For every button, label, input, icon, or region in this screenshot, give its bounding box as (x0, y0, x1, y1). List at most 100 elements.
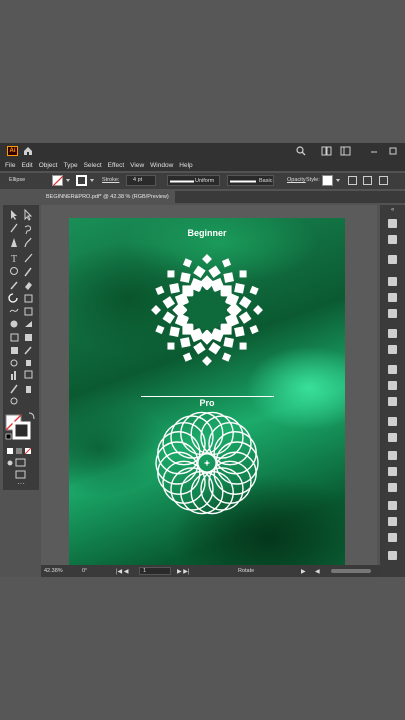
color-panel-icon[interactable] (388, 277, 397, 286)
minimize-icon[interactable] (369, 146, 379, 156)
transparency-panel-icon[interactable] (388, 397, 397, 406)
arrange-documents-icon[interactable] (321, 146, 333, 156)
stroke-weight-field[interactable]: 4 pt (126, 175, 156, 186)
artboard[interactable]: Beginner Pro (69, 218, 345, 566)
pro-spirograph[interactable] (153, 409, 261, 517)
gradient-tool-icon[interactable] (11, 347, 18, 354)
direct-selection-tool-icon[interactable] (24, 208, 33, 221)
brush-definition[interactable]: Basic (227, 175, 274, 186)
stroke-panel-icon[interactable] (388, 365, 397, 374)
menu-help[interactable]: Help (179, 162, 192, 169)
fill-dropdown-icon[interactable] (66, 179, 70, 182)
scale-tool-icon[interactable] (24, 294, 33, 303)
symbols-panel-icon[interactable] (388, 345, 397, 354)
eraser-tool-icon[interactable] (25, 282, 32, 290)
status-menu-icon[interactable]: ▶ (301, 568, 306, 575)
scroll-left-icon[interactable]: ◀ (315, 568, 320, 575)
menu-type[interactable]: Type (63, 162, 77, 169)
menu-file[interactable]: File (5, 162, 15, 169)
home-icon[interactable] (23, 146, 33, 156)
pathfinder-panel-icon[interactable] (388, 533, 397, 542)
shape-builder-tool-icon[interactable] (10, 320, 18, 328)
workspace-switcher-icon[interactable] (340, 146, 352, 156)
layers-stack-icon[interactable] (388, 451, 397, 460)
align-panel-icon[interactable] (388, 517, 397, 526)
layers-panel-icon[interactable] (388, 235, 397, 244)
artboard-number[interactable]: 1 (139, 567, 171, 575)
selection-tool-icon[interactable] (11, 210, 17, 220)
maximize-icon[interactable] (388, 146, 398, 156)
properties-panel-icon[interactable] (388, 219, 397, 228)
swap-fill-stroke-icon[interactable] (28, 412, 35, 420)
slice-tool-icon[interactable] (10, 384, 18, 394)
artboards-panel-icon[interactable] (388, 483, 397, 492)
variable-width-profile[interactable]: Uniform (167, 175, 220, 186)
column-graph-tool-icon[interactable] (11, 371, 16, 380)
next-artboard-icon[interactable]: ▶ ▶| (177, 568, 189, 575)
stroke-color-swatch[interactable] (12, 421, 31, 440)
mesh-tool-icon[interactable] (25, 334, 32, 341)
warp-tool-icon[interactable] (9, 308, 19, 313)
screen-mode-icon[interactable] (15, 458, 26, 467)
menu-select[interactable]: Select (84, 162, 102, 169)
canvas[interactable]: Beginner Pro (41, 205, 377, 566)
stroke-label[interactable]: Stroke: (102, 177, 119, 183)
live-paint-tool-icon[interactable] (25, 321, 32, 327)
align-icon[interactable] (363, 176, 372, 185)
symbol-sprayer-tool-icon[interactable] (26, 360, 31, 366)
artboard-tool-icon[interactable] (24, 370, 33, 379)
links-panel-icon[interactable] (388, 501, 397, 510)
document-tab[interactable]: BEGINNER&PRO.pdf* @ 42.38 % (RGB/Preview… (40, 191, 175, 203)
perspective-grid-tool-icon[interactable] (10, 333, 19, 342)
zoom-level[interactable]: 42.38% (44, 568, 63, 574)
line-tool-icon[interactable] (24, 253, 33, 263)
graphic-styles-panel-icon[interactable] (388, 433, 397, 442)
recolor-artwork-icon[interactable] (348, 176, 357, 185)
brushes-panel-icon[interactable] (388, 329, 397, 338)
color-mode-icon[interactable] (7, 448, 13, 454)
zoom-tool-icon[interactable] (10, 397, 18, 405)
stroke-dropdown-icon[interactable] (90, 179, 94, 182)
menu-view[interactable]: View (130, 162, 144, 169)
change-screen-mode-icon[interactable] (15, 470, 26, 479)
menu-effect[interactable]: Effect (108, 162, 125, 169)
rotation-value[interactable]: 0° (82, 568, 87, 574)
menu-object[interactable]: Object (39, 162, 58, 169)
draw-normal-icon[interactable] (7, 460, 13, 466)
magic-wand-tool-icon[interactable] (10, 223, 18, 233)
gradient-panel-icon[interactable] (388, 381, 397, 390)
first-artboard-icon[interactable]: |◀ ◀ (116, 568, 128, 575)
blend-tool-icon[interactable] (10, 359, 18, 367)
horizontal-scrollbar[interactable] (331, 569, 371, 573)
rotate-tool-icon[interactable] (8, 293, 18, 303)
stroke-swatch[interactable] (76, 175, 87, 186)
transform-panel-icon[interactable] (388, 551, 397, 560)
opacity-label[interactable]: Opacity (287, 177, 306, 183)
eyedropper-tool-icon[interactable] (24, 346, 32, 355)
default-colors-icon[interactable] (5, 433, 12, 440)
collapse-panels-icon[interactable]: « (391, 207, 394, 213)
swatches-panel-icon[interactable] (388, 309, 397, 318)
menu-window[interactable]: Window (150, 162, 173, 169)
gradient-mode-icon[interactable] (16, 448, 22, 454)
free-transform-tool-icon[interactable] (24, 307, 33, 316)
style-dropdown-icon[interactable] (336, 179, 340, 182)
transform-icon[interactable] (379, 176, 388, 185)
graphic-style-swatch[interactable] (322, 175, 333, 186)
edit-toolbar-icon[interactable]: ··· (17, 479, 25, 488)
curvature-tool-icon[interactable] (24, 237, 32, 248)
hand-tool-icon[interactable] (26, 386, 31, 393)
fill-swatch[interactable] (52, 175, 64, 187)
shaper-tool-icon[interactable] (10, 281, 18, 290)
color-guide-panel-icon[interactable] (388, 293, 397, 302)
search-icon[interactable] (296, 146, 306, 156)
menu-edit[interactable]: Edit (21, 162, 32, 169)
type-tool-icon[interactable]: T (11, 254, 17, 265)
beginner-mandala[interactable] (145, 248, 269, 372)
appearance-panel-icon[interactable] (388, 417, 397, 426)
export-panel-icon[interactable] (388, 467, 397, 476)
paintbrush-tool-icon[interactable] (24, 267, 32, 277)
libraries-panel-icon[interactable] (388, 255, 397, 264)
lasso-tool-icon[interactable] (24, 225, 32, 235)
pen-tool-icon[interactable] (11, 238, 17, 247)
